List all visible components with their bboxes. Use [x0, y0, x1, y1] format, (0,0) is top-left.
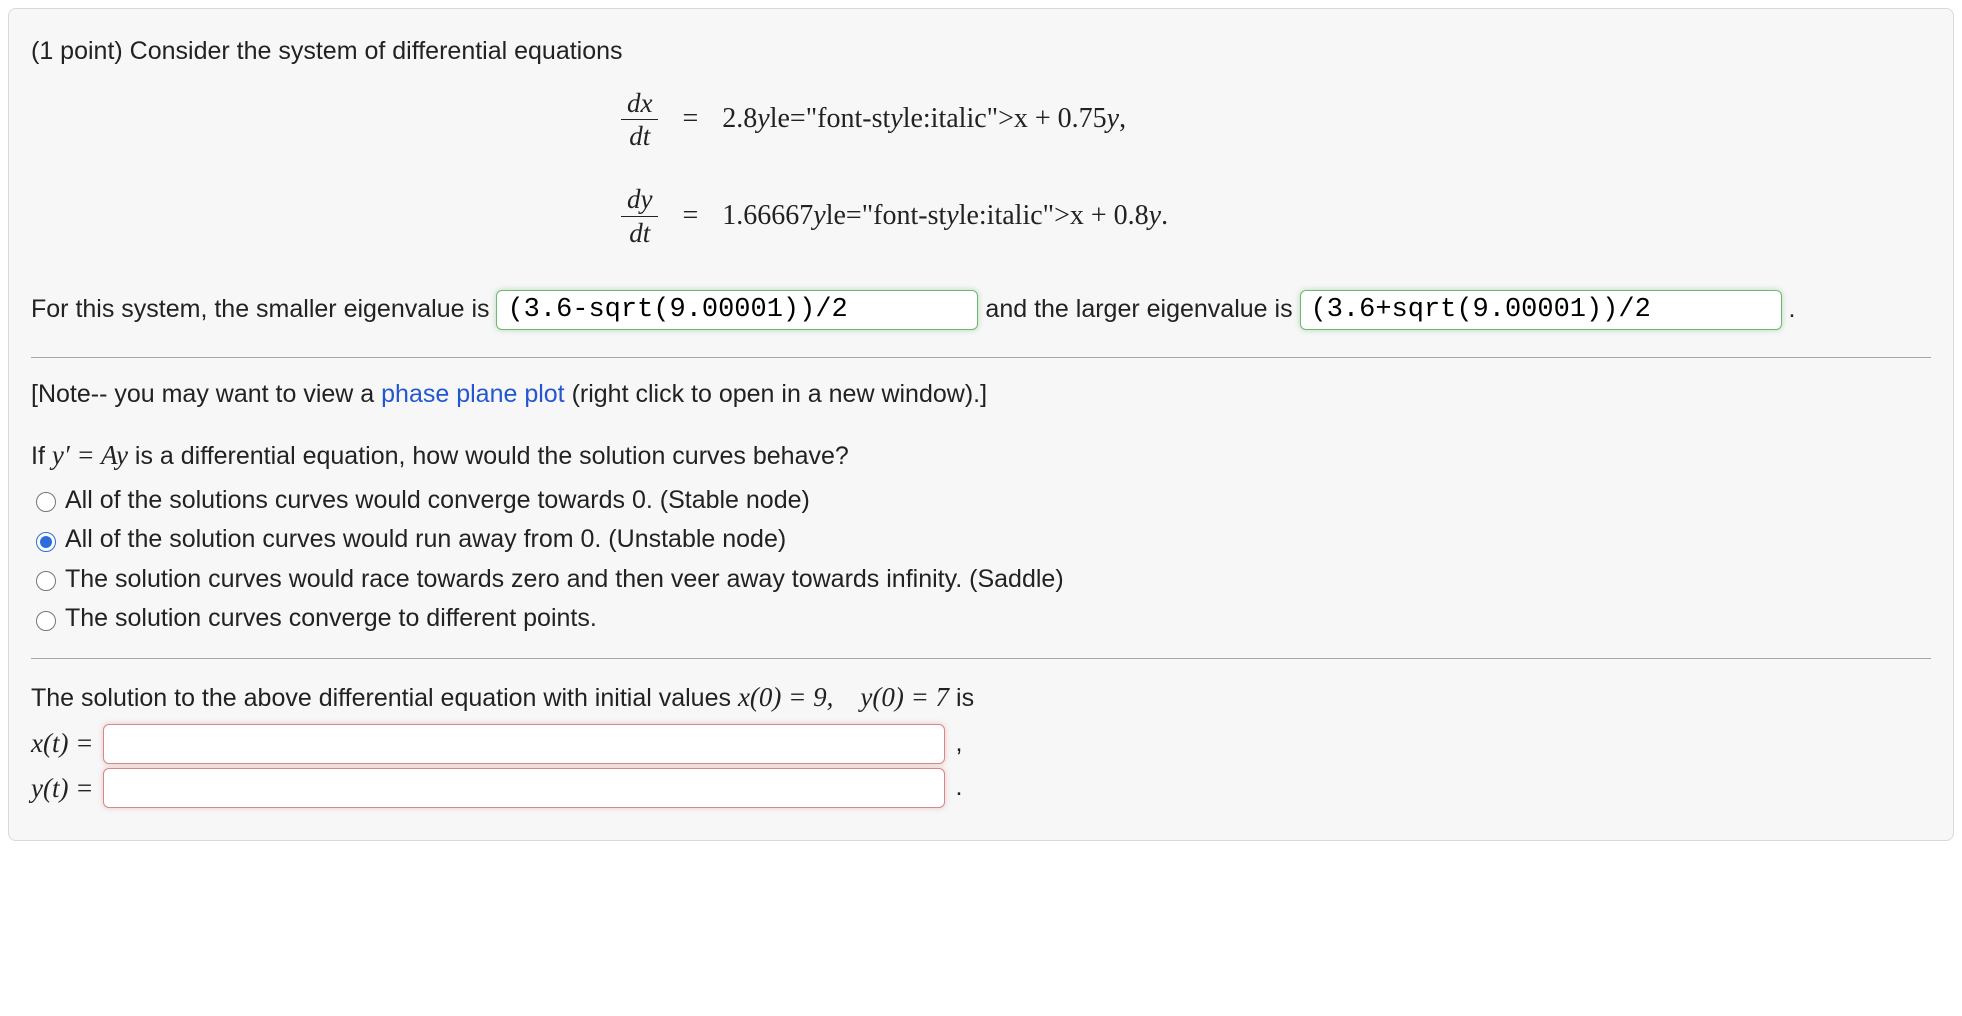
xt-label: x(t) = [31, 723, 93, 764]
sol-prompt-math: x(0) = 9, y(0) = 7 [738, 682, 949, 712]
prompt-line: (1 point) Consider the system of differe… [31, 33, 1931, 71]
behavior-question: If y′ = Ay is a differential equation, h… [31, 435, 1931, 476]
eq2-lhs: dy dt [621, 185, 658, 247]
prompt-intro: Consider the system of differential equa… [130, 37, 623, 65]
option-row-1: All of the solution curves would run awa… [31, 521, 1931, 559]
option-radio-3[interactable] [36, 611, 56, 631]
eigen-text-before: For this system, the smaller eigenvalue … [31, 295, 496, 323]
points-label: (1 point) [31, 37, 123, 65]
solution-prompt: The solution to the above differential e… [31, 677, 1931, 718]
yt-trail: . [955, 769, 962, 807]
note-open: [Note-- you may want to view a [31, 380, 381, 408]
eq1-equals: = [658, 98, 722, 140]
yt-label: y(t) = [31, 768, 93, 809]
option-label-2: The solution curves would race towards z… [65, 561, 1064, 599]
option-radio-0[interactable] [36, 492, 56, 512]
problem-panel: (1 point) Consider the system of differe… [8, 8, 1954, 841]
xt-trail: , [955, 725, 962, 763]
eigen-period: . [1788, 295, 1795, 323]
option-radio-1[interactable] [36, 532, 56, 552]
larger-eigenvalue-input[interactable] [1300, 290, 1782, 330]
xt-row: x(t) = , [31, 723, 1931, 764]
xt-input[interactable] [103, 724, 945, 764]
eq2-equals: = [658, 195, 722, 237]
eq2-rhs: 1.66667yle="font-style:italic">x + 0.8y. [722, 195, 1168, 237]
behavior-q-post: is a differential equation, how would th… [128, 442, 849, 470]
option-label-1: All of the solution curves would run awa… [65, 521, 786, 559]
option-row-2: The solution curves would race towards z… [31, 561, 1931, 599]
phase-plane-plot-link[interactable]: phase plane plot [381, 380, 564, 408]
eq1-lhs: dx dt [621, 89, 658, 151]
option-radio-2[interactable] [36, 571, 56, 591]
eigen-text-between: and the larger eigenvalue is [985, 295, 1299, 323]
behavior-q-pre: If [31, 442, 52, 470]
note-close: (right click to open in a new window).] [565, 380, 987, 408]
yt-input[interactable] [103, 768, 945, 808]
eq1-rhs: 2.8yle="font-style:italic">x + 0.75y, [722, 98, 1126, 140]
eigen-line: For this system, the smaller eigenvalue … [31, 282, 1931, 337]
equation-1: dx dt = 2.8yle="font-style:italic">x + 0… [31, 89, 1931, 151]
divider-1 [31, 357, 1931, 358]
behavior-q-math: y′ = Ay [52, 440, 128, 470]
equations-block: dx dt = 2.8yle="font-style:italic">x + 0… [31, 89, 1931, 247]
sol-prompt-post: is [949, 684, 974, 712]
option-label-3: The solution curves converge to differen… [65, 600, 597, 638]
divider-2 [31, 658, 1931, 659]
sol-prompt-pre: The solution to the above differential e… [31, 684, 738, 712]
smaller-eigenvalue-input[interactable] [496, 290, 978, 330]
option-row-3: The solution curves converge to differen… [31, 600, 1931, 638]
option-label-0: All of the solutions curves would conver… [65, 482, 810, 520]
yt-row: y(t) = . [31, 768, 1931, 809]
equation-2: dy dt = 1.66667yle="font-style:italic">x… [31, 185, 1931, 247]
note-line: [Note-- you may want to view a phase pla… [31, 376, 1931, 414]
option-row-0: All of the solutions curves would conver… [31, 482, 1931, 520]
